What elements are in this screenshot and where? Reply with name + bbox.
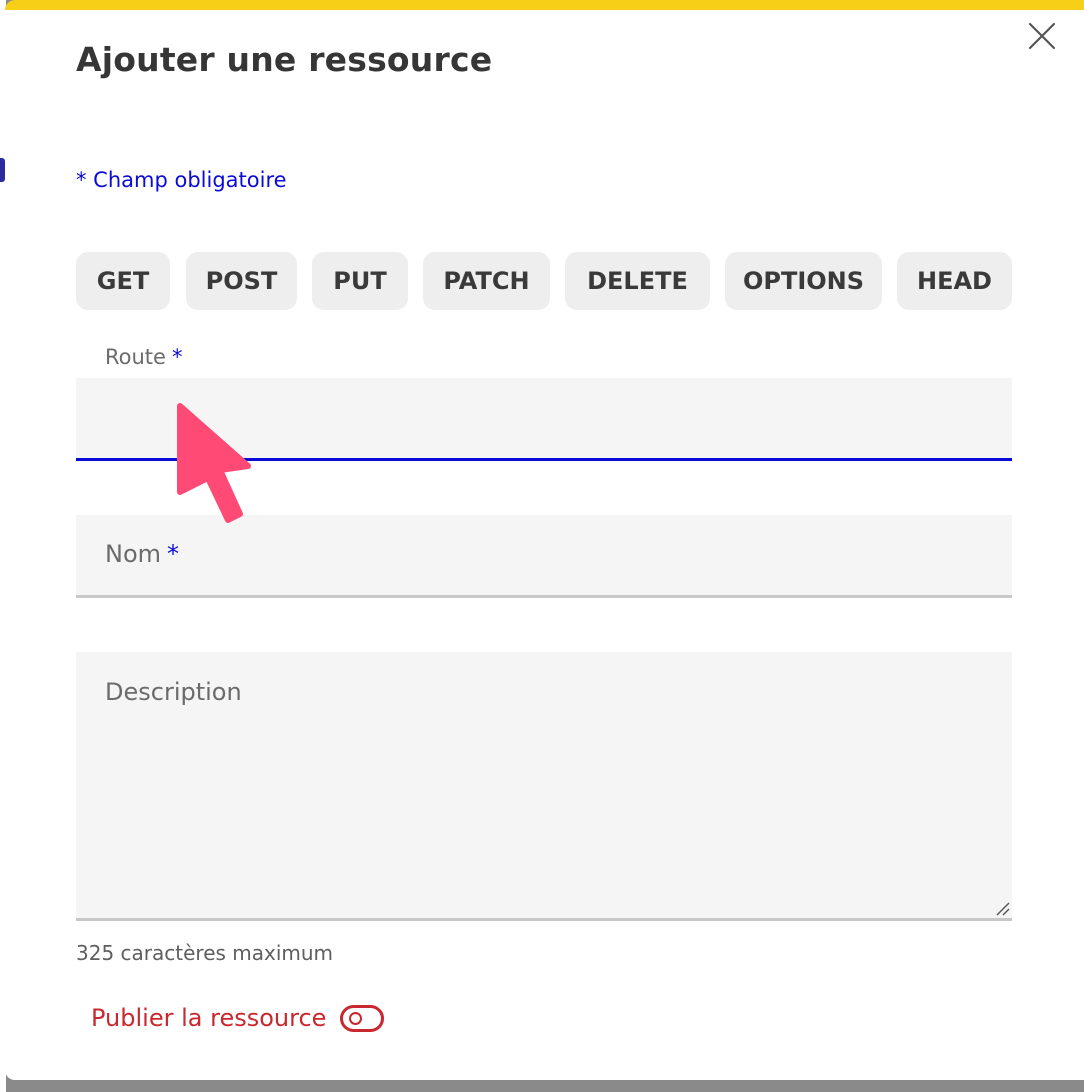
method-button-delete[interactable]: DELETE bbox=[565, 252, 710, 310]
method-button-patch[interactable]: PATCH bbox=[423, 252, 550, 310]
publish-toggle-switch[interactable] bbox=[340, 1004, 385, 1032]
route-label-text: Route bbox=[105, 345, 166, 369]
method-button-get[interactable]: GET bbox=[76, 252, 170, 310]
method-button-put[interactable]: PUT bbox=[312, 252, 408, 310]
close-icon[interactable] bbox=[1027, 21, 1057, 51]
publish-resource-label: Publier la ressource bbox=[91, 1004, 327, 1032]
route-field-label: Route * bbox=[105, 345, 182, 369]
method-button-post[interactable]: POST bbox=[186, 252, 297, 310]
publish-toggle-row: Publier la ressource bbox=[91, 1000, 385, 1036]
dialog-title: Ajouter une ressource bbox=[76, 40, 493, 79]
http-method-selector: GET POST PUT PATCH DELETE OPTIONS HEAD bbox=[76, 252, 1012, 310]
method-button-options[interactable]: OPTIONS bbox=[725, 252, 882, 310]
resize-handle-icon[interactable] bbox=[994, 900, 1010, 916]
description-textarea[interactable] bbox=[76, 652, 1012, 918]
nom-field: Nom * bbox=[76, 515, 1012, 598]
required-field-note: * Champ obligatoire bbox=[76, 168, 287, 192]
route-field bbox=[76, 378, 1012, 461]
toggle-knob bbox=[349, 1011, 363, 1025]
description-char-limit-hint: 325 caractères maximum bbox=[76, 941, 334, 965]
required-asterisk: * bbox=[171, 345, 183, 369]
description-field: Description bbox=[76, 652, 1012, 921]
method-button-head[interactable]: HEAD bbox=[897, 252, 1012, 310]
route-input[interactable] bbox=[76, 378, 1012, 458]
nom-input[interactable] bbox=[76, 515, 1012, 595]
